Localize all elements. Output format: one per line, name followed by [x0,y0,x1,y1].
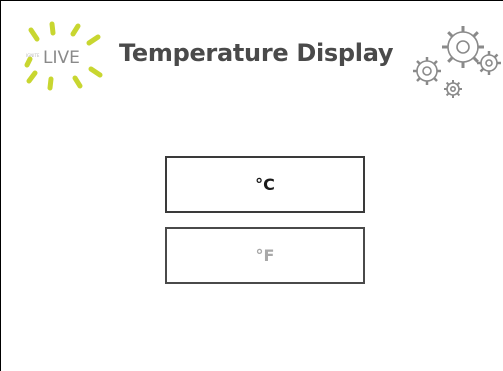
fahrenheit-button[interactable]: °F [165,227,365,284]
live-logo-icon: IGNITE LIVE [23,21,109,91]
page-title: Temperature Display [119,39,394,67]
logo-text: LIVE [43,48,80,68]
celsius-button[interactable]: °C [165,156,365,213]
temperature-display-screen: IGNITE LIVE Temperature Display °C °F [0,0,503,371]
fahrenheit-label: °F [255,246,275,265]
header: IGNITE LIVE Temperature Display [1,1,503,101]
svg-text:IGNITE: IGNITE [26,53,40,58]
gears-icon [405,17,503,101]
celsius-label: °C [255,175,275,194]
